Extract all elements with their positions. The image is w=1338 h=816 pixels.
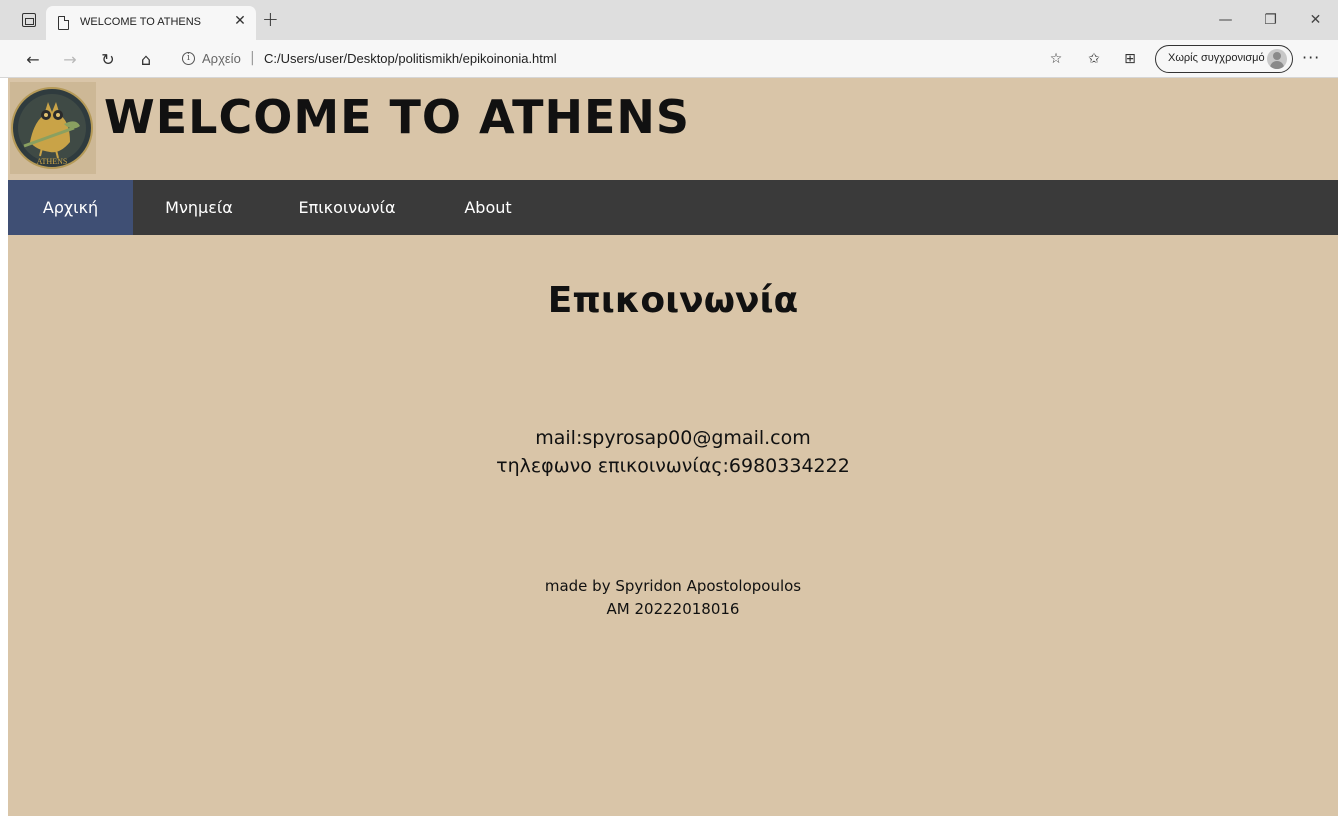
tab-actions-icon[interactable]	[22, 13, 36, 27]
minimize-icon[interactable]: —	[1203, 0, 1248, 40]
url-text[interactable]: C:/Users/user/Desktop/politismikh/epikoi…	[264, 51, 557, 66]
footer-author: made by Spyridon Apostolopoulos	[544, 577, 802, 595]
arrow-left-icon[interactable]: ←	[22, 48, 44, 70]
main-nav: Αρχική Μνημεία Επικοινωνία About	[8, 180, 1338, 235]
nav-item-contact[interactable]: Επικοινωνία	[282, 180, 412, 235]
browser-tab[interactable]: WELCOME TO ATHENS ✕	[46, 6, 256, 40]
url-field[interactable]: i Αρχείο | C:/Users/user/Desktop/politis…	[172, 45, 1042, 73]
owl-logo-icon: ATHENS	[10, 82, 96, 174]
info-icon[interactable]: i	[182, 52, 195, 65]
contact-info: mail:spyrosap00@gmail.com τηλεφωνο επικο…	[8, 424, 1338, 480]
contact-email: mail:spyrosap00@gmail.com	[535, 427, 811, 449]
favorites-list-icon[interactable]: ✩	[1083, 48, 1105, 70]
url-scheme: Αρχείο	[202, 51, 241, 66]
plus-icon[interactable]: +	[262, 9, 279, 29]
footer-student-id: AM 20222018016	[606, 600, 740, 618]
ellipsis-icon[interactable]: ···	[1302, 48, 1320, 67]
logo-text: ATHENS	[37, 157, 68, 166]
window-close-icon[interactable]: ✕	[1293, 0, 1338, 40]
page-title: Επικοινωνία	[547, 280, 799, 321]
address-bar: ← → ↻ ⌂ i Αρχείο | C:/Users/user/Desktop…	[0, 40, 1338, 78]
restore-icon[interactable]: ❐	[1248, 0, 1293, 40]
refresh-icon[interactable]: ↻	[97, 48, 119, 70]
home-icon[interactable]: ⌂	[135, 48, 157, 70]
nav-item-home[interactable]: Αρχική	[8, 180, 133, 235]
star-plus-icon[interactable]: ☆	[1045, 48, 1067, 70]
contact-phone: τηλεφωνο επικοινωνίας:6980334222	[496, 455, 850, 477]
url-separator: |	[250, 50, 255, 66]
nav-item-monuments[interactable]: Μνημεία	[148, 180, 250, 235]
site-title: WELCOME TO ATHENS	[104, 90, 691, 144]
browser-tab-strip: WELCOME TO ATHENS ✕ + — ❐ ✕	[0, 0, 1338, 40]
avatar	[1267, 49, 1287, 69]
page-icon	[58, 16, 69, 30]
window-controls: — ❐ ✕	[1203, 0, 1338, 40]
footer-credits: made by Spyridon Apostolopoulos AM 20222…	[8, 575, 1338, 621]
page-viewport: ATHENS WELCOME TO ATHENS Αρχική Μνημεία …	[8, 78, 1338, 816]
sync-label: Χωρίς συγχρονισμό	[1168, 52, 1265, 64]
close-icon[interactable]: ✕	[232, 13, 248, 29]
collections-icon[interactable]: ⊞	[1119, 48, 1141, 70]
arrow-right-icon[interactable]: →	[59, 48, 81, 70]
profile-sync-button[interactable]: Χωρίς συγχρονισμό	[1155, 45, 1293, 73]
nav-item-about[interactable]: About	[448, 180, 528, 235]
tab-title: WELCOME TO ATHENS	[80, 16, 202, 28]
site-header: ATHENS WELCOME TO ATHENS	[8, 78, 1338, 180]
